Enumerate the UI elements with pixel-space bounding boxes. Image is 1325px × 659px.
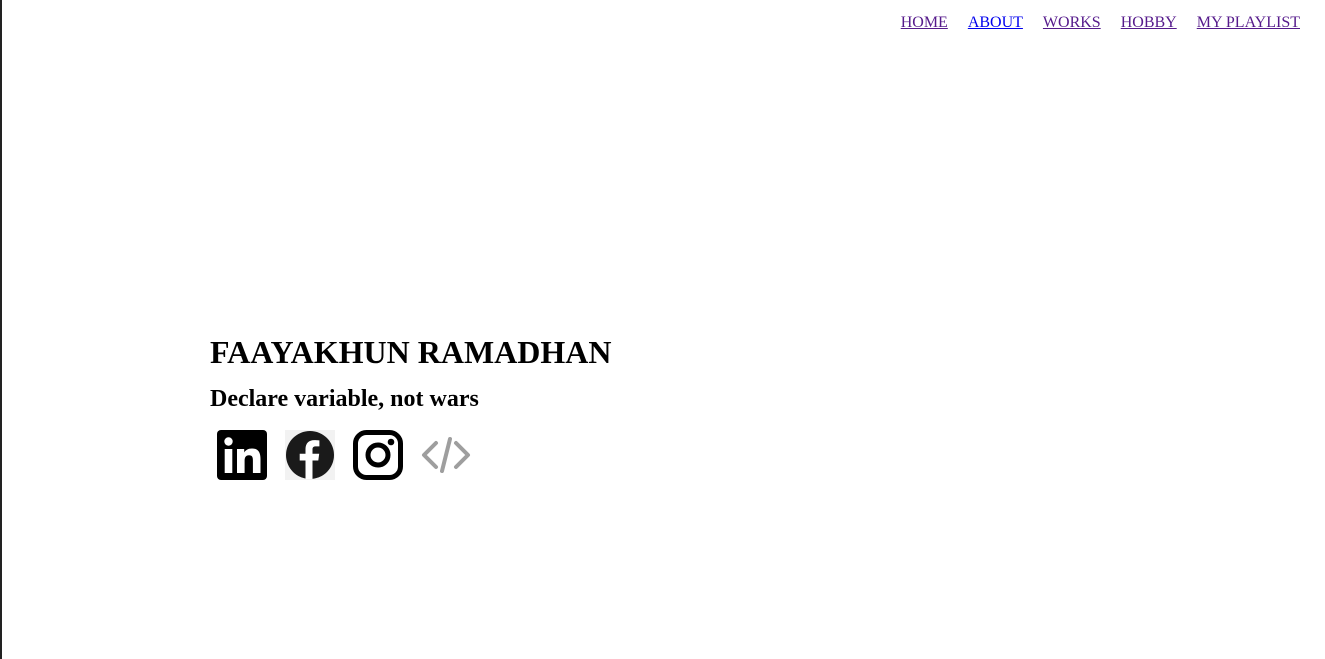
nav-link-hobby[interactable]: HOBBY [1121, 13, 1177, 33]
social-links [217, 430, 611, 480]
window-left-border [0, 0, 2, 659]
facebook-link[interactable] [285, 430, 335, 480]
tagline: Declare variable, not wars [210, 386, 479, 412]
linkedin-icon [217, 430, 267, 480]
linkedin-link[interactable] [217, 430, 267, 480]
nav-link-home[interactable]: HOME [901, 13, 948, 33]
hero-section: FAAYAKHUN RAMADHAN Declare variable, not… [210, 333, 611, 480]
nav-link-my-playlist[interactable]: MY PLAYLIST [1197, 13, 1300, 33]
page-title: FAAYAKHUN RAMADHAN [210, 334, 612, 370]
instagram-link[interactable] [353, 430, 403, 480]
instagram-icon [353, 430, 403, 480]
code-icon [422, 437, 470, 473]
top-navigation: HOME ABOUT WORKS HOBBY MY PLAYLIST [901, 13, 1300, 33]
nav-link-about[interactable]: ABOUT [968, 13, 1023, 33]
facebook-icon [285, 430, 335, 480]
code-link[interactable] [421, 430, 471, 480]
nav-link-works[interactable]: WORKS [1043, 13, 1101, 33]
